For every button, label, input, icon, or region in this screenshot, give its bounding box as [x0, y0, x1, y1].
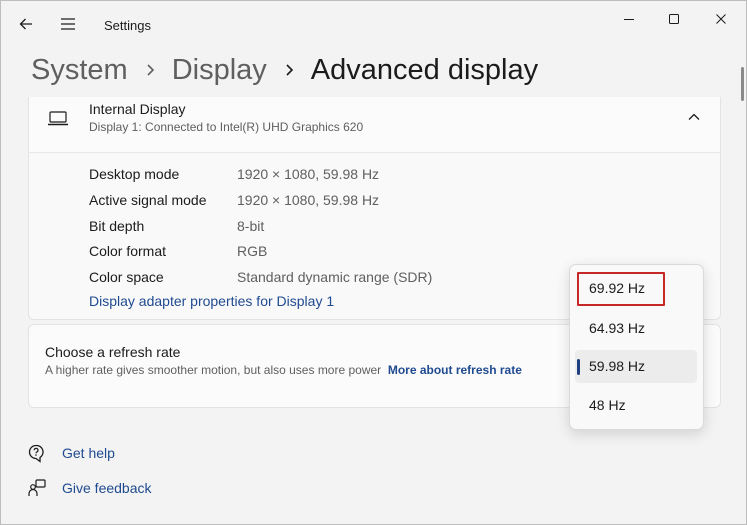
display-subtitle: Display 1: Connected to Intel(R) UHD Gra… [89, 120, 364, 134]
chevron-up-icon[interactable] [687, 110, 701, 124]
monitor-icon [48, 111, 68, 126]
title-bar: Settings [1, 1, 746, 51]
breadcrumb-advanced-display: Advanced display [310, 53, 539, 86]
info-value: RGB [237, 243, 268, 259]
back-button[interactable] [11, 9, 41, 39]
refresh-rate-option-64-93[interactable]: 64.93 Hz [575, 312, 697, 345]
info-label: Active signal mode [89, 192, 207, 208]
option-label: 69.92 Hz [589, 280, 646, 296]
option-label: 59.98 Hz [589, 358, 646, 374]
help-icon [26, 443, 48, 463]
get-help-link[interactable]: Get help [26, 442, 115, 464]
option-label: 48 Hz [589, 397, 626, 413]
give-feedback-label: Give feedback [62, 480, 152, 496]
minimize-icon [624, 19, 634, 20]
more-about-refresh-rate-link[interactable]: More about refresh rate [388, 363, 522, 377]
info-value: 8-bit [237, 218, 265, 234]
option-label: 64.93 Hz [589, 320, 646, 336]
display-adapter-properties-link[interactable]: Display adapter properties for Display 1 [89, 293, 334, 309]
info-label: Color space [89, 269, 164, 285]
refresh-rate-option-59-98[interactable]: 59.98 Hz [575, 350, 697, 383]
close-icon [716, 14, 726, 24]
maximize-button[interactable] [651, 5, 697, 33]
refresh-rate-description-text: A higher rate gives smoother motion, but… [45, 363, 382, 377]
breadcrumb-system[interactable]: System [31, 54, 128, 87]
back-arrow-icon [19, 18, 32, 30]
feedback-icon [26, 478, 48, 498]
hamburger-menu-icon [61, 18, 75, 30]
scrollbar-thumb[interactable] [741, 67, 744, 101]
selection-indicator [577, 359, 580, 375]
minimize-button[interactable] [606, 5, 652, 33]
refresh-rate-description: A higher rate gives smoother motion, but… [45, 362, 545, 378]
display-name: Internal Display [89, 101, 186, 117]
info-value: 1920 × 1080, 59.98 Hz [237, 166, 380, 182]
breadcrumb-separator [267, 63, 311, 77]
breadcrumb-display[interactable]: Display [172, 54, 267, 87]
maximize-icon [669, 14, 679, 24]
refresh-rate-dropdown: 69.92 Hz 64.93 Hz 59.98 Hz 48 Hz [569, 264, 704, 430]
internal-display-header[interactable]: Internal Display Display 1: Connected to… [28, 97, 721, 153]
give-feedback-link[interactable]: Give feedback [26, 477, 152, 499]
close-button[interactable] [698, 5, 744, 33]
info-value: Standard dynamic range (SDR) [237, 269, 433, 285]
refresh-rate-option-48[interactable]: 48 Hz [575, 389, 697, 422]
info-label: Desktop mode [89, 166, 180, 182]
breadcrumb: System Display Advanced display [31, 50, 538, 90]
navigation-menu-button[interactable] [53, 9, 83, 39]
info-value: 1920 × 1080, 59.98 Hz [237, 192, 380, 208]
chevron-right-icon [286, 64, 293, 76]
info-label: Color format [89, 243, 167, 259]
chevron-right-icon [147, 64, 154, 76]
refresh-rate-option-69-92[interactable]: 69.92 Hz [577, 272, 665, 306]
breadcrumb-separator [128, 63, 172, 77]
get-help-label: Get help [62, 445, 115, 461]
info-label: Bit depth [89, 218, 145, 234]
app-title: Settings [104, 18, 151, 33]
settings-window: Settings System Display Advanced display… [0, 0, 747, 525]
refresh-rate-title: Choose a refresh rate [45, 344, 181, 360]
